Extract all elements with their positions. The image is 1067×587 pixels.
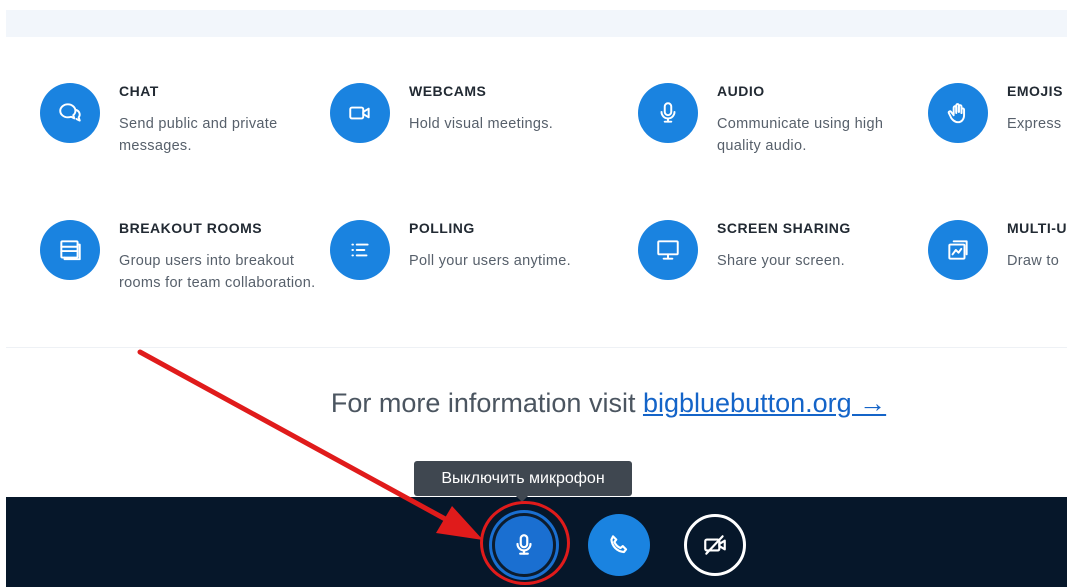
monitor-icon	[638, 220, 698, 280]
chat-bubbles-icon	[40, 83, 100, 143]
feature-desc: Poll your users anytime.	[409, 253, 571, 269]
feature-desc: Hold visual meetings.	[409, 116, 554, 132]
feature-desc: Send public and private messages.	[119, 116, 278, 154]
more-info-text: For more information visit	[330, 388, 636, 418]
feature-title: AUDIO	[717, 83, 765, 99]
feature-audio: AUDIO Communicate using high quality aud…	[638, 83, 928, 203]
feature-desc: Group users into breakout rooms for team…	[119, 253, 316, 291]
page: CHAT Send public and private messages. W…	[0, 0, 1067, 587]
feature-desc: Communicate using high quality audio.	[717, 116, 884, 154]
microphone-icon	[638, 83, 698, 143]
microphone-icon	[516, 534, 532, 555]
feature-title: EMOJIS	[1007, 83, 1063, 99]
section-divider	[6, 347, 1067, 348]
feature-desc: Share your screen.	[717, 253, 845, 269]
breakout-rooms-icon	[40, 220, 100, 280]
feature-title: BREAKOUT ROOMS	[119, 220, 263, 236]
feature-polling: POLLING Poll your users anytime.	[330, 220, 620, 340]
bigbluebutton-link[interactable]: bigbluebutton.org →	[643, 388, 886, 418]
leave-audio-button[interactable]	[588, 514, 650, 576]
feature-desc: Draw to	[1007, 253, 1060, 269]
mute-microphone-button[interactable]	[492, 513, 556, 577]
feature-title: CHAT	[119, 83, 159, 99]
feature-title: WEBCAMS	[409, 83, 487, 99]
share-webcam-button[interactable]	[684, 514, 746, 576]
feature-title: MULTI-U	[1007, 220, 1067, 236]
more-info-line: For more information visit bigbluebutton…	[0, 388, 1067, 419]
feature-breakout-rooms: BREAKOUT ROOMS Group users into breakout…	[40, 220, 330, 340]
feature-title: POLLING	[409, 220, 475, 236]
whiteboard-icon	[928, 220, 988, 280]
mute-tooltip: Выключить микрофон	[414, 461, 632, 502]
phone-icon	[610, 535, 628, 554]
features-grid: CHAT Send public and private messages. W…	[6, 37, 1067, 347]
feature-desc: Express	[1007, 116, 1062, 132]
webcam-off-icon	[704, 535, 726, 555]
feature-title: SCREEN SHARING	[717, 220, 851, 236]
list-icon	[330, 220, 390, 280]
webcam-icon	[330, 83, 390, 143]
feature-chat: CHAT Send public and private messages.	[40, 83, 330, 203]
feature-emojis: EMOJIS Express	[928, 83, 1067, 203]
raised-hand-icon	[928, 83, 988, 143]
feature-multi-user: MULTI-U Draw to	[928, 220, 1067, 340]
feature-screen-sharing: SCREEN SHARING Share your screen.	[638, 220, 928, 340]
feature-webcams: WEBCAMS Hold visual meetings.	[330, 83, 620, 203]
top-band	[6, 10, 1067, 37]
